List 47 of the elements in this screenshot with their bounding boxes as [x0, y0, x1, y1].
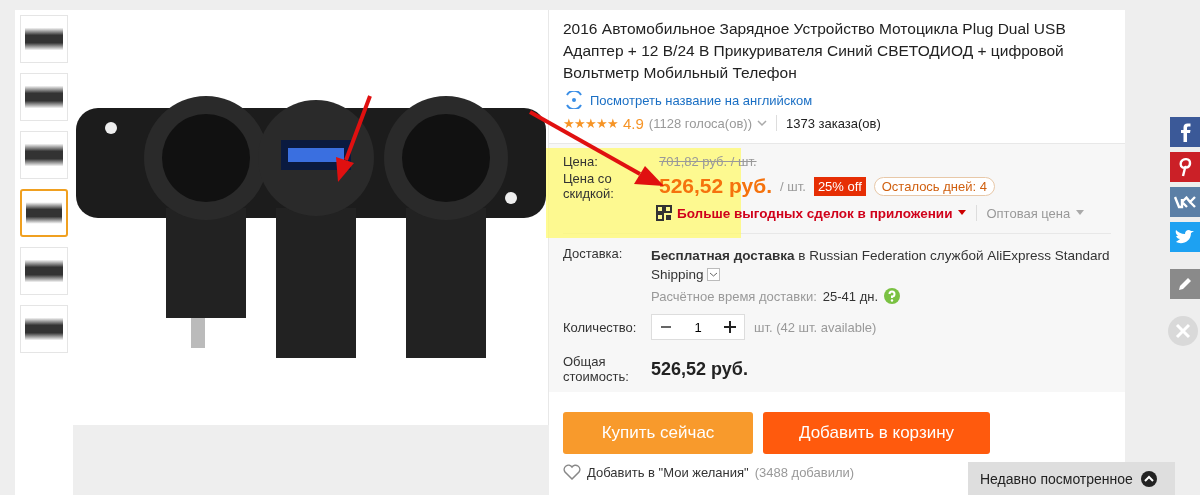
discount-badge: 25% off — [813, 176, 866, 196]
quantity-label: Количество: — [563, 319, 638, 335]
product-title: 2016 Автомобильное Зарядное Устройство Мотоцикла Plug Dual USB Адаптер + 12 В/24 В Прикуривателя Синий СВЕТОДИОД + цифровой Вольтметр Мобильный Телефон — [562, 19, 1067, 83]
total-label: Общая стоимость: — [563, 354, 630, 384]
bird-icon — [1175, 229, 1195, 245]
delivery-time-label: Расчётное время доставки: — [651, 288, 817, 304]
total-price: 526,52 руб. — [651, 358, 748, 380]
facebook-share-button[interactable] — [1170, 117, 1200, 147]
votes-count: (1128 голоса(ов)) — [648, 115, 752, 131]
wholesale-link[interactable]: Оптовая цена — [986, 205, 1071, 221]
add-to-cart-button[interactable]: Добавить в корзину — [763, 412, 990, 454]
dropdown-icon[interactable] — [707, 268, 721, 281]
facebook-icon — [1178, 122, 1192, 142]
qr-code-icon — [656, 205, 672, 221]
delivery-time: 25-41 дн. — [822, 288, 879, 304]
thumbnail[interactable] — [20, 189, 68, 237]
caret-icon — [957, 210, 968, 216]
recently-viewed-tab[interactable]: Недавно посмотренное — [968, 462, 1175, 495]
orders-count: 1373 заказа(ов) — [786, 115, 881, 131]
chevron-up-icon — [1140, 471, 1157, 487]
discount-price: 526,52 руб. — [659, 174, 773, 198]
wishlist-link[interactable]: Добавить в "Мои желания" — [587, 464, 749, 480]
plus-icon[interactable] — [723, 320, 737, 334]
translate-link[interactable]: Посмотреть название на английском — [590, 92, 813, 108]
price-label: Цена: — [563, 154, 599, 169]
rating-stars: ★★★★★ — [563, 115, 618, 131]
discount-price-label: Цена со скидкой: — [563, 171, 615, 201]
translate-icon — [563, 91, 585, 109]
twitter-share-button[interactable] — [1170, 222, 1200, 252]
vk-share-button[interactable] — [1170, 187, 1200, 217]
unit-label: / шт. — [780, 178, 806, 194]
shipping-method: Бесплатная доставка в Russian Federation службой AliExpress Standard Shipping — [651, 247, 1111, 284]
pinterest-icon — [1177, 157, 1193, 177]
days-left-badge: Осталось дней: 4 — [873, 176, 995, 196]
vk-icon — [1174, 195, 1196, 209]
quantity-stepper[interactable]: 1 — [651, 314, 745, 340]
quantity-value: 1 — [694, 319, 702, 335]
caret-icon — [1075, 210, 1086, 216]
wishlist-count: (3488 добавили) — [754, 464, 855, 480]
shipping-label: Доставка: — [563, 246, 624, 263]
pinterest-share-button[interactable] — [1170, 152, 1200, 182]
app-deals-link[interactable]: Больше выгодных сделок в приложении — [677, 205, 953, 221]
heart-icon[interactable] — [563, 464, 581, 480]
stock-note: шт. (42 шт. available) — [754, 319, 877, 335]
edit-button[interactable] — [1170, 269, 1200, 299]
pencil-icon — [1177, 276, 1193, 292]
rating-score: 4.9 — [623, 114, 644, 132]
